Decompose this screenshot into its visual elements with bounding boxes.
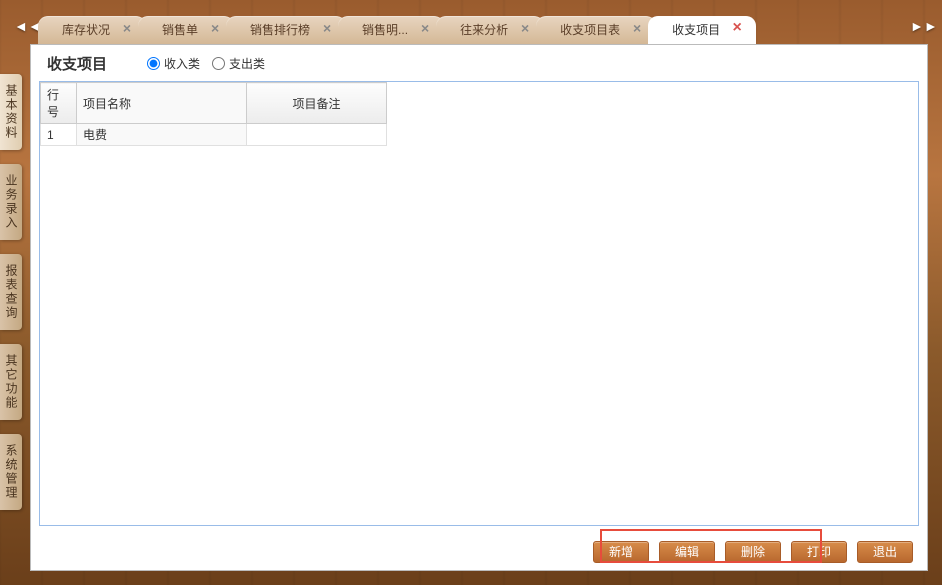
close-icon[interactable]: × — [630, 22, 644, 36]
cell-rownum: 1 — [41, 124, 77, 146]
data-grid[interactable]: 行号 项目名称 项目备注 1 电费 — [39, 81, 919, 526]
tab-label: 库存状况 — [62, 23, 110, 37]
main-panel: 收支项目 收入类 支出类 行号 项目名称 项目备注 1 — [30, 44, 928, 571]
sidebar-item-system-manage[interactable]: 系统管理 — [0, 434, 22, 510]
radio-expense-input[interactable] — [212, 57, 225, 70]
tab-label: 销售单 — [162, 23, 198, 37]
radio-income-input[interactable] — [147, 57, 160, 70]
close-icon[interactable]: × — [320, 22, 334, 36]
close-icon[interactable]: × — [418, 22, 432, 36]
close-icon[interactable]: × — [120, 22, 134, 36]
tab-sales-rank[interactable]: 销售排行榜 × — [226, 16, 346, 44]
close-icon[interactable]: × — [518, 22, 532, 36]
tab-income-expense-table[interactable]: 收支项目表 × — [536, 16, 656, 44]
delete-button[interactable]: 删除 — [725, 541, 781, 563]
tab-sales-detail[interactable]: 销售明... × — [338, 16, 444, 44]
tab-inventory[interactable]: 库存状况 × — [38, 16, 146, 44]
footer-toolbar: 新增 编辑 删除 打印 退出 — [31, 534, 927, 570]
exit-button[interactable]: 退出 — [857, 541, 913, 563]
tab-label: 往来分析 — [460, 23, 508, 37]
tab-label: 销售明... — [362, 23, 408, 37]
sidebar-item-business-entry[interactable]: 业务录入 — [0, 164, 22, 240]
edit-button[interactable]: 编辑 — [659, 541, 715, 563]
tab-label: 收支项目表 — [560, 23, 620, 37]
tab-label: 收支项目 — [672, 23, 720, 37]
tabs-scroll-right-icon[interactable]: ►► — [910, 18, 928, 32]
radio-expense[interactable]: 支出类 — [212, 55, 265, 72]
radio-income-label: 收入类 — [164, 55, 200, 72]
radio-income[interactable]: 收入类 — [147, 55, 200, 72]
tab-balance-analysis[interactable]: 往来分析 × — [436, 16, 544, 44]
cell-remark[interactable] — [247, 124, 387, 146]
panel-title: 收支项目 — [47, 53, 107, 74]
print-button[interactable]: 打印 — [791, 541, 847, 563]
cell-name[interactable]: 电费 — [77, 124, 247, 146]
tab-income-expense-item[interactable]: 收支项目 × — [648, 16, 756, 44]
table-row[interactable]: 1 电费 — [41, 124, 387, 146]
sidebar-item-other-functions[interactable]: 其它功能 — [0, 344, 22, 420]
add-button[interactable]: 新增 — [593, 541, 649, 563]
tab-label: 销售排行榜 — [250, 23, 310, 37]
panel-header: 收支项目 收入类 支出类 — [31, 45, 927, 81]
tab-sales-order[interactable]: 销售单 × — [138, 16, 234, 44]
radio-expense-label: 支出类 — [229, 55, 265, 72]
tabs-scroll-left-icon[interactable]: ◄◄ — [14, 18, 32, 32]
tab-bar: ◄◄ ►► 库存状况 × 销售单 × 销售排行榜 × 销售明... × 往来分析… — [0, 0, 942, 44]
close-icon[interactable]: × — [730, 22, 744, 36]
column-header-name[interactable]: 项目名称 — [77, 83, 247, 124]
sidebar-item-report-query[interactable]: 报表查询 — [0, 254, 22, 330]
column-header-remark[interactable]: 项目备注 — [247, 83, 387, 124]
column-header-rownum[interactable]: 行号 — [41, 83, 77, 124]
sidebar-item-basic-data[interactable]: 基本资料 — [0, 74, 22, 150]
type-radio-group: 收入类 支出类 — [147, 55, 265, 72]
sidebar: 基本资料 业务录入 报表查询 其它功能 系统管理 — [0, 60, 24, 585]
close-icon[interactable]: × — [208, 22, 222, 36]
